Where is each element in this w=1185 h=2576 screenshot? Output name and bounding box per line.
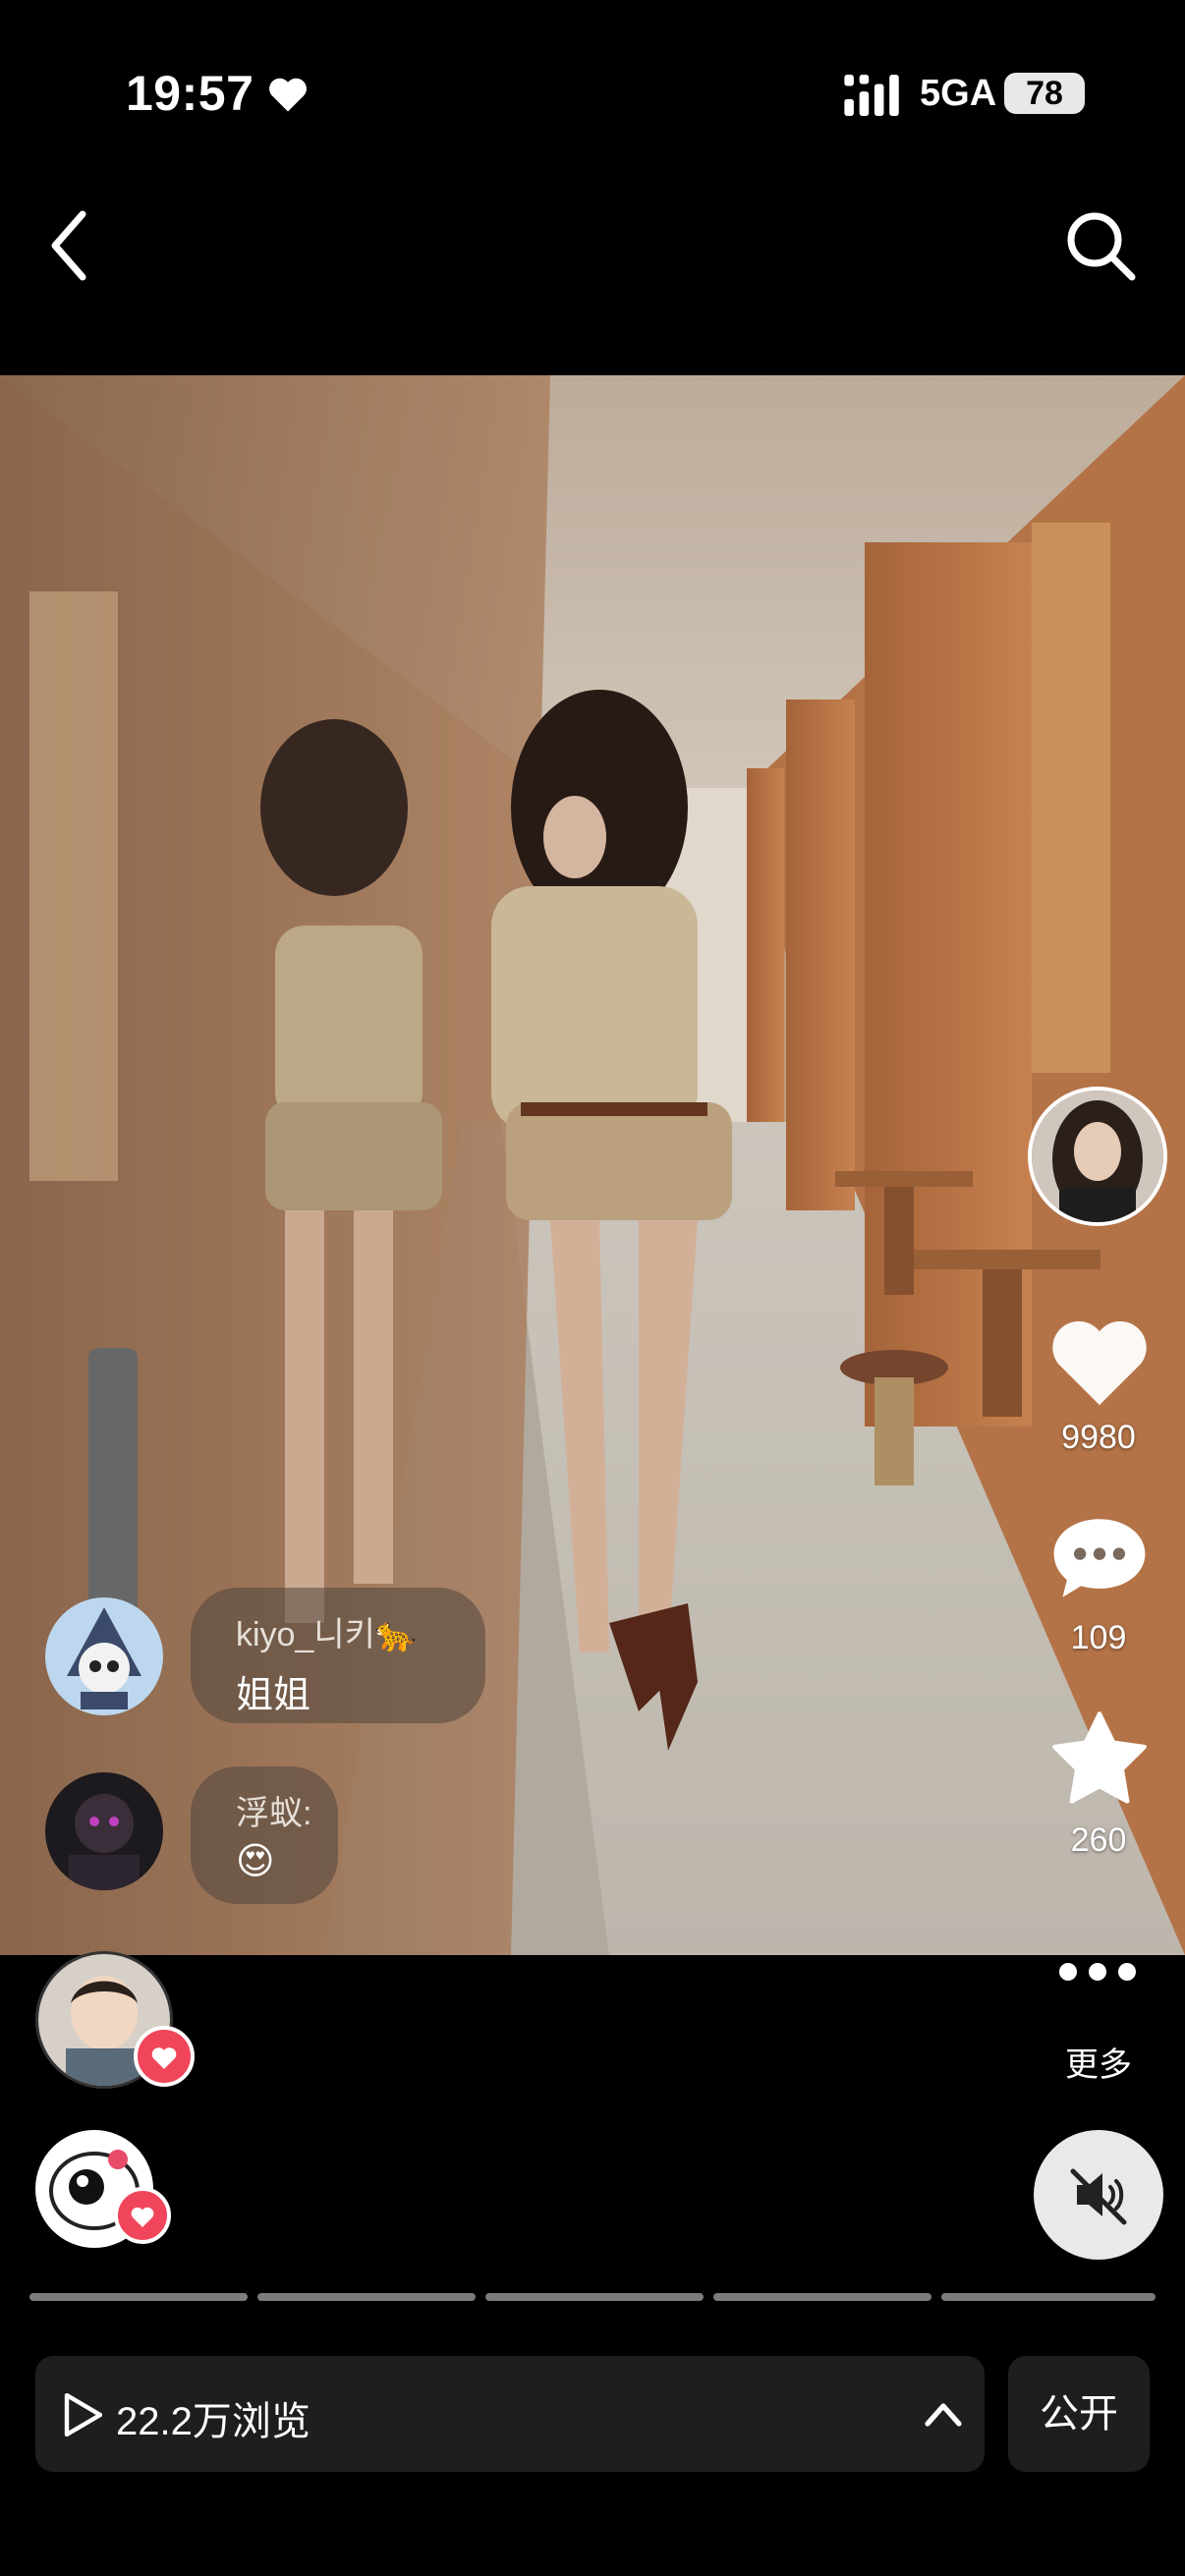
photo-progress-segment	[257, 2293, 476, 2301]
more-icon[interactable]	[1053, 1957, 1142, 1987]
play-icon	[64, 2393, 102, 2436]
back-button[interactable]	[39, 206, 98, 285]
heart-status-icon	[269, 78, 307, 112]
heart-icon	[151, 2047, 177, 2069]
battery-tip	[1079, 86, 1085, 100]
photo-progress-segment	[941, 2293, 1156, 2301]
like-count: 9980	[1061, 1419, 1136, 1456]
like-button[interactable]	[1047, 1313, 1152, 1411]
author-avatar[interactable]	[1028, 1087, 1167, 1226]
commenter-avatar[interactable]	[45, 1772, 163, 1890]
photo-progress-segment	[29, 2293, 248, 2301]
comment-button[interactable]	[1047, 1509, 1152, 1607]
favorite-button[interactable]	[1047, 1709, 1152, 1808]
comment-username: kiyo_니키🐆	[236, 1616, 418, 1653]
visibility-button[interactable]: 公开	[1008, 2356, 1150, 2472]
chevron-up-icon[interactable]	[924, 2397, 963, 2431]
liked-heart-badge	[134, 2026, 195, 2087]
comment-count: 109	[1070, 1619, 1127, 1656]
more-button[interactable]: 更多	[1065, 2038, 1132, 2086]
commenter-avatar-image	[45, 1597, 163, 1715]
speaker-muted-icon	[1070, 2168, 1127, 2225]
search-button[interactable]	[1061, 206, 1140, 285]
author-avatar-image	[1032, 1091, 1163, 1222]
comment-text: 😍	[236, 1841, 275, 1882]
commenter-avatar-image	[45, 1772, 163, 1890]
photo-progress-segment	[713, 2293, 931, 2301]
comment-text: 姐姐	[236, 1675, 311, 1716]
comment-username: 浮蚁:	[236, 1795, 312, 1832]
mute-button[interactable]	[1034, 2130, 1163, 2260]
network-label: 5GA	[920, 73, 997, 114]
signal-icon	[844, 75, 899, 116]
commenter-avatar[interactable]	[45, 1597, 163, 1715]
heart-icon	[131, 2207, 154, 2228]
status-time: 19:57	[126, 66, 254, 121]
favorite-count: 260	[1070, 1821, 1127, 1859]
liked-heart-badge	[114, 2187, 171, 2244]
photo-scene	[0, 375, 1185, 1955]
battery-level: 78	[1004, 73, 1085, 114]
photo-progress-segment	[485, 2293, 704, 2301]
post-photo[interactable]	[0, 375, 1185, 1955]
views-count: 22.2万浏览	[116, 2400, 310, 2443]
